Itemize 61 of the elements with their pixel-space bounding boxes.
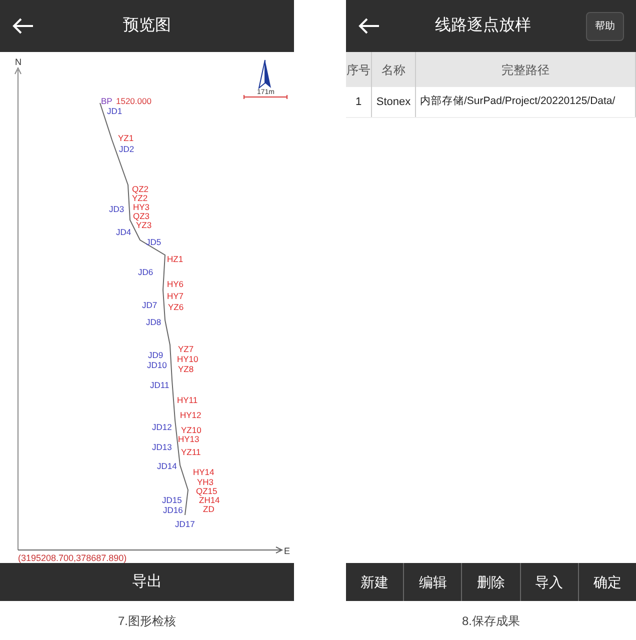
table-cell: 1	[346, 87, 372, 117]
point-label: YZ6	[168, 302, 184, 312]
point-label: JD8	[146, 317, 162, 327]
point-label: YH3	[197, 477, 214, 487]
point-label: JD17	[175, 519, 195, 529]
point-label: JD13	[152, 442, 172, 452]
point-label: ZD	[203, 504, 214, 514]
point-label: JD2	[119, 144, 134, 154]
point-label: HY14	[193, 467, 214, 477]
point-label: JD11	[150, 380, 170, 390]
point-label: HY10	[177, 354, 198, 364]
point-label: JD3	[109, 204, 124, 214]
point-label: HY7	[167, 291, 184, 301]
point-label: 1520.000	[116, 96, 152, 106]
figure-caption: 8.保存成果	[462, 612, 520, 630]
point-label: JD7	[142, 300, 158, 310]
point-label: YZ8	[178, 364, 194, 374]
point-label: JD14	[157, 461, 177, 471]
north-arrow-icon	[258, 60, 271, 90]
point-label: YZ1	[118, 133, 134, 143]
help-button[interactable]: 帮助	[586, 12, 624, 40]
coordinates-readout: (3195208.700,378687.890)	[18, 553, 127, 563]
north-axis-label: N	[15, 57, 22, 67]
figure-caption: 7.图形检核	[118, 612, 176, 630]
point-label: HY6	[167, 279, 184, 289]
scale-bar	[244, 94, 288, 100]
point-label: YZ11	[181, 447, 201, 457]
column-header: 序号	[346, 52, 372, 87]
point-label: HZ1	[167, 254, 184, 264]
point-label: JD5	[146, 237, 162, 247]
point-label: QZ3	[133, 211, 150, 221]
screen-title: 线路逐点放样	[434, 16, 532, 36]
point-label: JD16	[163, 505, 183, 515]
point-label: JD9	[148, 350, 164, 360]
point-label: YZ7	[178, 344, 194, 354]
export-button[interactable]: 导出	[0, 563, 294, 601]
point-label: JD4	[116, 227, 132, 237]
point-label: BP	[101, 96, 112, 106]
table-cell: 内部存储/SurPad/Project/20220125/Data/	[416, 87, 636, 117]
point-label: QZ15	[196, 486, 218, 496]
point-label: JD6	[138, 267, 154, 277]
point-label: HY12	[180, 410, 202, 420]
point-label: HY11	[177, 395, 198, 405]
point-label: JD10	[147, 360, 167, 370]
point-label: JD15	[162, 495, 182, 505]
back-arrow-icon[interactable]	[358, 17, 380, 35]
point-label: QZ2	[132, 184, 149, 194]
point-label: ZH14	[199, 495, 220, 505]
point-label: HY13	[178, 434, 200, 444]
screen-title: 预览图	[122, 16, 172, 36]
point-label: YZ2	[132, 193, 148, 203]
point-label: JD12	[152, 422, 172, 432]
point-label: JD1	[107, 106, 122, 116]
point-label: YZ3	[136, 220, 152, 230]
point-label: HY3	[133, 202, 150, 212]
back-arrow-icon[interactable]	[12, 17, 34, 35]
column-header: 完整路径	[416, 52, 636, 87]
table-cell: Stonex	[372, 87, 416, 117]
column-header: 名称	[372, 52, 416, 87]
point-label: YZ10	[181, 425, 202, 435]
east-axis-label: E	[284, 546, 290, 556]
